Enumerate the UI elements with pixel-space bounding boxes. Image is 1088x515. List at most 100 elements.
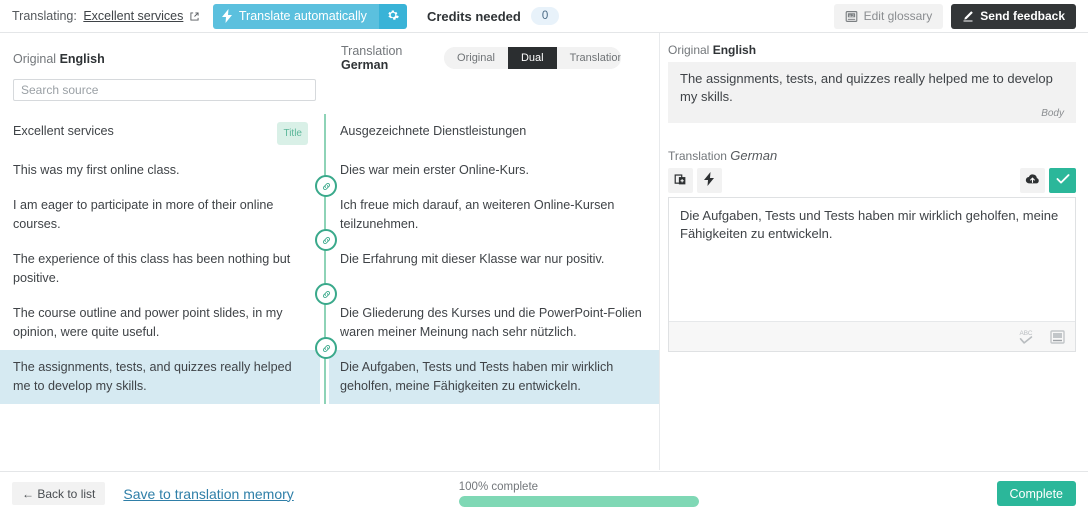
translation-section: Translation German Die Aufgaben, Tests u… [668, 148, 1076, 352]
translate-settings-button[interactable] [378, 3, 407, 29]
copy-source-button[interactable] [668, 168, 693, 193]
editor-original-language: English [712, 43, 757, 57]
link-segments-icon[interactable] [315, 283, 337, 305]
translating-prefix: Translating: [12, 9, 77, 23]
editor-translation-label: Translation [668, 149, 727, 163]
source-cell[interactable]: The course outline and power point slide… [0, 296, 320, 350]
segment-grid-header: Original English Translation German Orig… [0, 33, 659, 72]
original-text-box: The assignments, tests, and quizzes real… [668, 62, 1076, 123]
source-text: I am eager to participate in more of the… [13, 198, 274, 231]
segment-divider [320, 114, 329, 153]
source-cell[interactable]: Excellent services Title [0, 114, 320, 153]
translation-editor[interactable]: Die Aufgaben, Tests und Tests haben mir … [668, 197, 1076, 352]
save-to-translation-memory-link[interactable]: Save to translation memory [123, 486, 293, 502]
table-row[interactable]: Excellent services Title Ausgezeichnete … [0, 114, 659, 153]
external-link-icon [190, 12, 199, 21]
glossary-book-icon[interactable] [1049, 329, 1066, 345]
svg-text:ABC: ABC [1019, 330, 1032, 337]
target-language: German [341, 58, 389, 72]
source-text: This was my first online class. [13, 163, 180, 177]
editor-original-label: Original [668, 43, 710, 57]
view-mode-dual[interactable]: Dual [507, 47, 557, 69]
book-az-icon: A-Z [845, 10, 858, 23]
table-row[interactable]: This was my first online class. Dies war… [0, 153, 659, 197]
main-area: Original English Translation German Orig… [0, 33, 1088, 470]
editor-footer-toolbar: ABC [669, 321, 1075, 351]
send-feedback-button[interactable]: Send feedback [951, 3, 1076, 29]
target-text[interactable]: Dies war mein erster Online-Kurs. [329, 153, 659, 188]
original-text: The assignments, tests, and quizzes real… [680, 71, 1053, 104]
save-to-cloud-button[interactable] [1020, 168, 1045, 193]
segment-grid-pane: Original English Translation German Orig… [0, 33, 660, 470]
source-text: The experience of this class has been no… [13, 252, 291, 285]
target-text[interactable]: Die Aufgaben, Tests und Tests haben mir … [329, 350, 659, 404]
translate-automatically-button[interactable]: Translate automatically [212, 3, 407, 29]
send-feedback-label: Send feedback [980, 9, 1065, 23]
target-column-label: Translation [341, 44, 403, 58]
progress-fill [458, 495, 699, 507]
source-text: The assignments, tests, and quizzes real… [13, 360, 292, 393]
target-column-header: Translation German Original Dual Transla… [333, 44, 647, 72]
view-mode-translation[interactable]: Translation [556, 47, 621, 69]
editor-toolbar [668, 168, 1076, 193]
translate-automatically-main[interactable]: Translate automatically [212, 3, 379, 29]
segment-type-tag: Title [277, 122, 308, 145]
source-language: English [59, 51, 105, 66]
top-toolbar: Translating: Excellent services Translat… [0, 0, 1088, 33]
translation-textarea[interactable]: Die Aufgaben, Tests und Tests haben mir … [669, 198, 1075, 321]
original-segment-kind: Body [1041, 108, 1064, 119]
source-cell[interactable]: I am eager to participate in more of the… [0, 188, 320, 242]
target-text[interactable]: Die Gliederung des Kurses und die PowerP… [329, 296, 659, 350]
view-mode-original[interactable]: Original [444, 47, 508, 69]
source-cell[interactable]: This was my first online class. [0, 153, 320, 188]
edit-glossary-label: Edit glossary [863, 9, 933, 23]
source-column-label: Original [13, 51, 57, 66]
link-segments-icon[interactable] [315, 175, 337, 197]
view-mode-switch[interactable]: Original Dual Translation [444, 47, 621, 69]
copy-source-icon [674, 173, 687, 189]
search-input[interactable] [13, 79, 316, 101]
source-text: The course outline and power point slide… [13, 306, 283, 339]
editor-translation-header: Translation German [668, 148, 1076, 163]
target-column-title: Translation German [341, 44, 444, 72]
progress-track [458, 495, 699, 507]
progress-label: 100% complete [458, 480, 539, 493]
spellcheck-abc-icon[interactable]: ABC [1015, 327, 1037, 347]
source-column-header: Original English [13, 51, 333, 66]
translating-label: Translating: Excellent services [12, 9, 199, 23]
source-text: Excellent services [13, 124, 114, 138]
progress-indicator: 100% complete [458, 480, 699, 507]
link-segments-icon[interactable] [315, 337, 337, 359]
edit-glossary-button[interactable]: A-Z Edit glossary [833, 3, 944, 29]
bottom-toolbar: ← Back to list Save to translation memor… [0, 471, 1088, 515]
credits-label: Credits needed [426, 8, 521, 24]
target-text[interactable]: Die Erfahrung mit dieser Klasse war nur … [329, 242, 659, 277]
confirm-translation-button[interactable] [1049, 168, 1076, 193]
source-cell[interactable]: The experience of this class has been no… [0, 242, 320, 296]
svg-text:A-Z: A-Z [848, 13, 853, 17]
lightning-bolt-icon [221, 9, 233, 23]
source-cell[interactable]: The assignments, tests, and quizzes real… [0, 350, 320, 404]
cloud-upload-icon [1025, 173, 1040, 189]
editor-pane: Original English The assignments, tests,… [660, 33, 1088, 470]
search-row [0, 72, 320, 101]
credits-indicator: Credits needed 0 [426, 7, 560, 25]
complete-button[interactable]: Complete [996, 481, 1076, 506]
editor-translation-language: German [730, 148, 778, 163]
translate-automatically-label: Translate automatically [238, 9, 367, 23]
source-column-title: Original English [13, 52, 105, 66]
segment-list: Excellent services Title Ausgezeichnete … [0, 114, 659, 404]
link-segments-icon[interactable] [315, 229, 337, 251]
target-text[interactable]: Ausgezeichnete Dienstleistungen [329, 114, 659, 149]
machine-translate-button[interactable] [697, 168, 722, 193]
segment-divider [315, 153, 337, 197]
target-text[interactable]: Ich freue mich darauf, an weiteren Onlin… [329, 188, 659, 242]
check-icon [1056, 173, 1070, 188]
credits-value-badge: 0 [530, 7, 560, 25]
pencil-icon [962, 10, 974, 22]
document-name-link[interactable]: Excellent services [83, 9, 183, 23]
back-to-list-button[interactable]: ← Back to list [12, 482, 106, 505]
editor-original-header: Original English [668, 43, 1076, 57]
gear-icon [387, 9, 399, 24]
lightning-bolt-icon [704, 172, 715, 189]
